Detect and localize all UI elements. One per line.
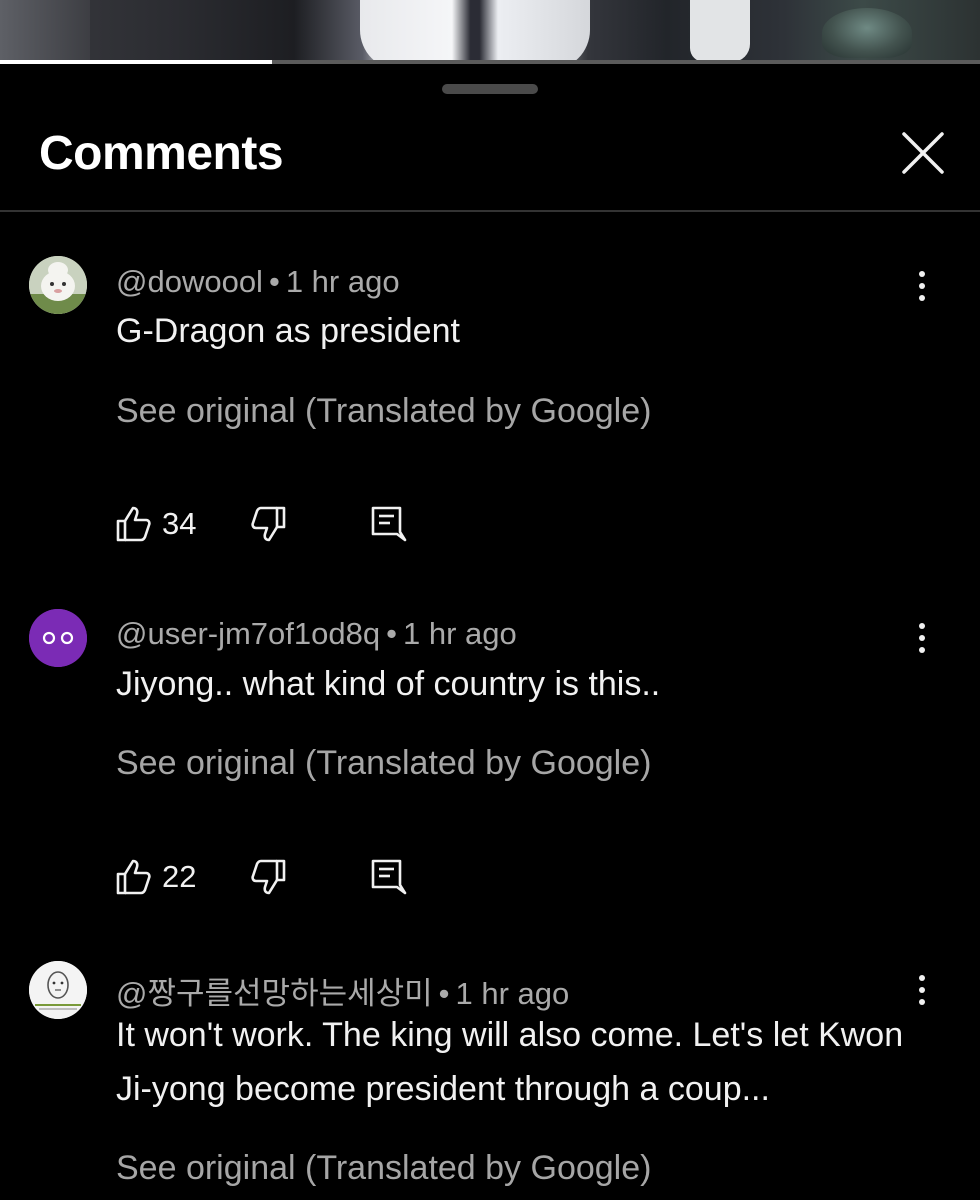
comment-time: 1 hr ago <box>285 264 400 299</box>
thumbs-down-icon <box>251 506 286 542</box>
meta-separator: • <box>386 616 397 651</box>
reply-button[interactable] <box>368 504 408 544</box>
comment-text: Jiyong.. what kind of country is this.. <box>116 665 661 703</box>
video-frame-dome <box>822 8 912 58</box>
comment-more-button[interactable] <box>906 266 938 306</box>
avatar[interactable] <box>29 609 87 667</box>
comment-actions: 34 <box>114 504 434 548</box>
video-frame-figure <box>360 0 590 62</box>
avatar[interactable] <box>29 256 87 314</box>
close-icon <box>902 132 944 174</box>
video-frame-shape <box>0 0 90 62</box>
comment-author[interactable]: @짱구를선망하는세상미 <box>116 976 433 1011</box>
see-original-link[interactable]: See original (Translated by Google) <box>116 392 651 431</box>
reply-button[interactable] <box>368 857 408 897</box>
avatar-eyes-icon <box>29 609 87 667</box>
like-button[interactable] <box>114 504 154 544</box>
avatar-cartoon-icon <box>29 256 87 314</box>
comment-author[interactable]: @user-jm7of1od8q <box>116 616 380 651</box>
reply-icon <box>371 859 407 895</box>
comment-author[interactable]: @dowoool <box>116 264 263 299</box>
more-vertical-icon <box>919 975 925 1005</box>
comment-meta: @dowoool • 1 hr ago <box>116 264 400 300</box>
comments-header: Comments <box>0 110 980 212</box>
thumbs-up-icon <box>116 506 151 542</box>
comment-text: G-Dragon as president <box>116 312 460 350</box>
comment-time: 1 hr ago <box>402 616 517 651</box>
video-progress-bar[interactable] <box>0 60 980 64</box>
more-vertical-icon <box>919 271 925 301</box>
like-button[interactable] <box>114 857 154 897</box>
video-frame-glove <box>690 0 750 62</box>
comment-more-button[interactable] <box>906 970 938 1010</box>
meta-separator: • <box>438 976 450 1011</box>
avatar[interactable] <box>29 961 87 1019</box>
close-button[interactable] <box>898 128 948 178</box>
reply-icon <box>371 506 407 542</box>
comment-more-button[interactable] <box>906 618 938 658</box>
video-player-preview[interactable] <box>0 0 980 62</box>
more-vertical-icon <box>919 623 925 653</box>
comment-actions: 22 <box>114 857 434 901</box>
see-original-link[interactable]: See original (Translated by Google) <box>116 744 651 783</box>
video-progress-fill <box>0 60 273 64</box>
comment-time: 1 hr ago <box>455 976 570 1011</box>
comment-meta: @짱구를선망하는세상미 • 1 hr ago <box>116 968 569 1013</box>
comment-meta: @user-jm7of1od8q • 1 hr ago <box>116 616 517 652</box>
like-count: 34 <box>162 506 197 541</box>
dislike-button[interactable] <box>248 504 288 544</box>
dislike-button[interactable] <box>248 857 288 897</box>
comments-title: Comments <box>39 127 284 180</box>
like-count: 22 <box>162 859 197 894</box>
comment-text: It won't work. The king will also come. … <box>116 1016 904 1108</box>
thumbs-up-icon <box>116 859 151 895</box>
avatar-sketch-icon <box>29 961 87 1019</box>
sheet-drag-handle[interactable] <box>442 84 538 94</box>
see-original-link[interactable]: See original (Translated by Google) <box>116 1149 651 1188</box>
thumbs-down-icon <box>251 859 286 895</box>
meta-separator: • <box>268 264 280 299</box>
